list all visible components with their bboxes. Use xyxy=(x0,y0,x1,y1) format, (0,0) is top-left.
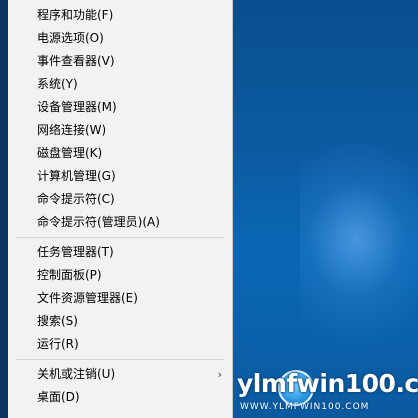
menu-item-file-explorer[interactable]: 文件资源管理器(E) xyxy=(8,287,232,310)
menu-separator xyxy=(16,359,224,360)
desktop-left-edge xyxy=(0,0,8,418)
menu-item-programs-features[interactable]: 程序和功能(F) xyxy=(8,4,232,27)
menu-item-control-panel[interactable]: 控制面板(P) xyxy=(8,264,232,287)
menu-item-event-viewer[interactable]: 事件查看器(V) xyxy=(8,50,232,73)
menu-item-shutdown-signout[interactable]: 关机或注销(U) › xyxy=(8,363,232,386)
menu-item-disk-management[interactable]: 磁盘管理(K) xyxy=(8,142,232,165)
watermark-text: ylmfwin100.com xyxy=(237,369,418,398)
watermark: ylmfwin100.com WWW.YLMFWIN100.COM xyxy=(234,365,418,418)
chevron-right-icon: › xyxy=(217,368,222,381)
menu-item-system[interactable]: 系统(Y) xyxy=(8,73,232,96)
menu-item-power-options[interactable]: 电源选项(O) xyxy=(8,27,232,50)
desktop-background: 程序和功能(F) 电源选项(O) 事件查看器(V) 系统(Y) 设备管理器(M)… xyxy=(0,0,418,418)
menu-item-command-prompt-admin[interactable]: 命令提示符(管理员)(A) xyxy=(8,211,232,234)
winx-context-menu: 程序和功能(F) 电源选项(O) 事件查看器(V) 系统(Y) 设备管理器(M)… xyxy=(8,0,233,418)
menu-item-network-connections[interactable]: 网络连接(W) xyxy=(8,119,232,142)
menu-item-device-manager[interactable]: 设备管理器(M) xyxy=(8,96,232,119)
wallpaper-light xyxy=(300,140,418,340)
watermark-subtext: WWW.YLMFWIN100.COM xyxy=(240,402,370,412)
menu-item-search[interactable]: 搜索(S) xyxy=(8,310,232,333)
menu-item-computer-management[interactable]: 计算机管理(G) xyxy=(8,165,232,188)
menu-item-label: 关机或注销(U) xyxy=(37,367,116,381)
menu-item-desktop[interactable]: 桌面(D) xyxy=(8,386,232,409)
menu-item-task-manager[interactable]: 任务管理器(T) xyxy=(8,241,232,264)
menu-separator xyxy=(16,237,224,238)
menu-item-run[interactable]: 运行(R) xyxy=(8,333,232,356)
menu-item-command-prompt[interactable]: 命令提示符(C) xyxy=(8,188,232,211)
